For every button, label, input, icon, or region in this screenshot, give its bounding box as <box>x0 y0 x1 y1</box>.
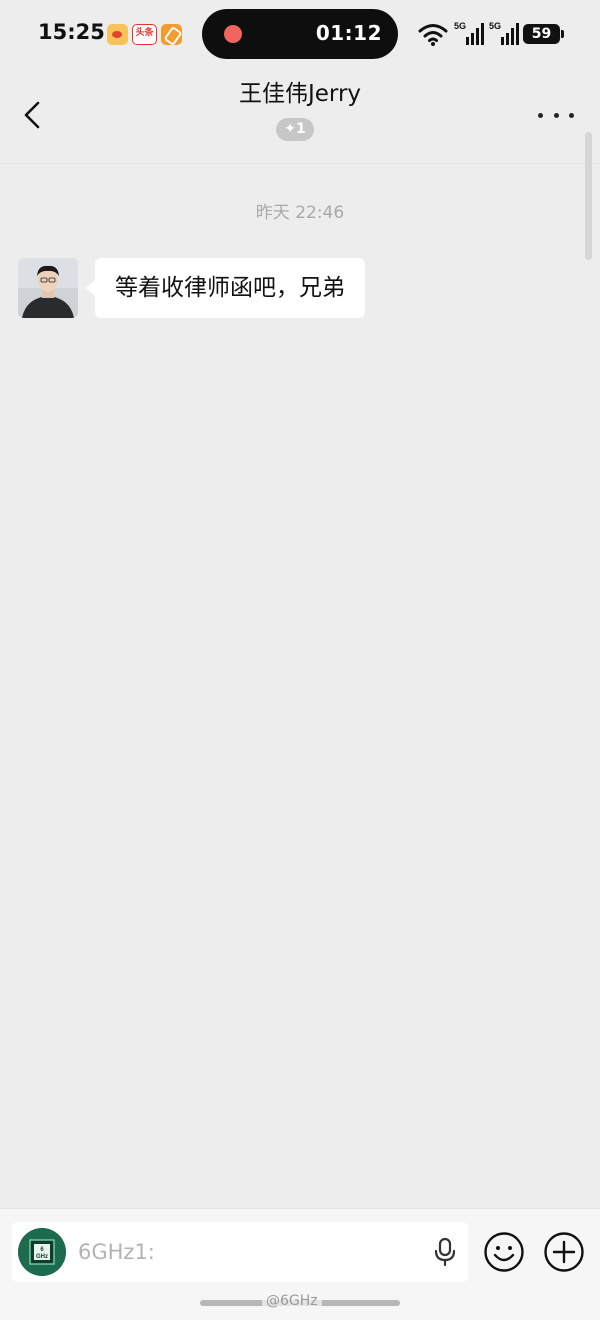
more-dot <box>553 112 559 118</box>
recording-dot-icon <box>224 25 242 43</box>
battery-icon: 59 <box>523 24 564 44</box>
message-input[interactable] <box>78 1222 418 1282</box>
notification-icons: 头条 <box>107 24 182 45</box>
status-bar: 15:25 头条 01:12 5G 5G 59 <box>0 0 600 66</box>
more-button[interactable] <box>538 104 574 126</box>
chat-title[interactable]: 王佳伟Jerry <box>0 74 600 108</box>
contact-avatar[interactable] <box>18 258 78 318</box>
more-dot <box>538 112 543 118</box>
signal-5g-icon: 5G <box>454 21 484 45</box>
signal-5g-label-2: 5G <box>489 21 501 31</box>
member-badge[interactable]: ✦1 <box>276 118 314 141</box>
signal-5g-icon-2: 5G <box>489 21 519 45</box>
plus-icon[interactable] <box>543 1231 585 1273</box>
signal-5g-label: 5G <box>454 21 466 31</box>
system-icons: 5G 5G 59 <box>418 20 568 48</box>
input-box: GHz 6 <box>12 1222 468 1282</box>
orange-app-icon <box>161 24 182 45</box>
microphone-icon[interactable] <box>430 1237 460 1267</box>
message-timestamp: 昨天 22:46 <box>255 203 345 223</box>
watermark: @6GHz <box>262 1293 322 1309</box>
wifi-icon <box>418 24 448 46</box>
recording-timer: 01:12 <box>315 21 382 45</box>
weibo-icon <box>107 24 128 45</box>
status-time: 15:25 <box>38 20 105 44</box>
emoji-icon[interactable] <box>483 1231 525 1273</box>
more-dot <box>569 112 574 118</box>
chat-header: 王佳伟Jerry ✦1 <box>0 66 600 164</box>
chip-logo-icon: GHz 6 <box>18 1228 66 1276</box>
svg-text:GHz: GHz <box>36 1254 48 1260</box>
my-avatar[interactable]: GHz 6 <box>18 1228 66 1276</box>
scrollbar[interactable] <box>585 132 592 260</box>
dynamic-island[interactable]: 01:12 <box>202 9 398 59</box>
avatar-portrait <box>18 258 78 318</box>
toutiao-icon: 头条 <box>132 24 157 45</box>
message-bubble[interactable]: 等着收律师函吧，兄弟 <box>86 258 365 318</box>
